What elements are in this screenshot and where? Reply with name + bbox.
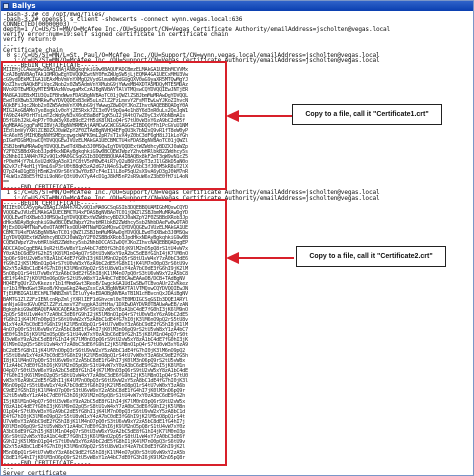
title-bar[interactable]: Ballys <box>1 1 473 11</box>
terminal-line: Server certificate <box>3 469 67 476</box>
arrow-icon <box>226 251 294 264</box>
window-title: Ballys <box>12 2 36 10</box>
certificate2-highlight <box>1 198 227 466</box>
putty-icon <box>3 3 9 9</box>
arrow-icon <box>226 109 294 122</box>
certificate1-highlight <box>1 60 227 191</box>
callout-note-certificate2: Copy to a file, call it "Certificate2.cr… <box>296 245 446 267</box>
callout-note-certificate1: Copy to a file, call it "Certificate1.cr… <box>292 103 442 125</box>
